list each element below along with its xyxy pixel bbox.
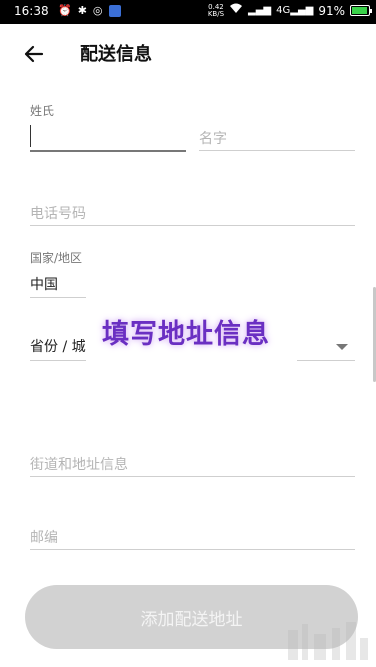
page-title: 配送信息 xyxy=(80,44,152,65)
net-speed: 0.42 KB/S xyxy=(207,3,225,18)
country-value[interactable]: 中国 xyxy=(30,274,58,294)
given-name-placeholder: 名字 xyxy=(199,131,227,147)
surname-input[interactable] xyxy=(30,150,186,152)
overlay-annotation: 填写地址信息 xyxy=(102,319,270,350)
notification-icon: ◎ xyxy=(92,4,103,17)
province-label[interactable]: 省份 / 城 xyxy=(30,336,86,356)
signal-4g-label: 4G xyxy=(276,5,291,16)
street-input[interactable] xyxy=(30,476,355,477)
surname-label: 姓氏 xyxy=(30,104,55,118)
postcode-input[interactable] xyxy=(30,549,355,550)
country-label: 国家/地区 xyxy=(30,251,83,265)
alarm-icon: ⏰ xyxy=(58,4,72,17)
status-time: 16:38 xyxy=(14,4,49,18)
country-field[interactable] xyxy=(30,297,86,298)
wifi-icon xyxy=(229,3,243,18)
battery-fill xyxy=(352,7,367,14)
net-speed-unit: KB/S xyxy=(207,9,225,18)
chevron-down-icon[interactable] xyxy=(336,344,348,350)
city-dropdown[interactable] xyxy=(297,360,355,361)
postcode-placeholder: 邮编 xyxy=(30,530,58,546)
text-caret xyxy=(30,125,31,147)
phone-input[interactable] xyxy=(30,225,355,226)
status-right-icons: 0.42 KB/S ▂▄▆ 4G▂▄▆ 91% xyxy=(207,3,372,18)
app-bar: 配送信息 xyxy=(0,24,376,82)
street-placeholder: 街道和地址信息 xyxy=(30,457,128,473)
battery-percent: 91% xyxy=(318,3,345,18)
given-name-input[interactable] xyxy=(199,150,355,151)
battery-icon xyxy=(350,5,372,16)
status-bar: 16:38 ⏰ ✱ ◎ 0.42 KB/S ▂▄▆ 4G▂▄▆ 91% xyxy=(0,0,376,24)
signal-icon: ▂▄▆ xyxy=(248,5,272,16)
province-field[interactable] xyxy=(30,360,86,361)
signal-4g-icon: 4G▂▄▆ xyxy=(276,5,314,16)
phone-placeholder: 电话号码 xyxy=(30,206,86,222)
bluetooth-icon: ✱ xyxy=(77,4,87,17)
status-left-icons: ⏰ ✱ ◎ xyxy=(58,4,121,18)
app-notification-icon xyxy=(108,5,121,17)
back-arrow-icon[interactable] xyxy=(20,40,48,68)
watermark xyxy=(286,620,370,664)
